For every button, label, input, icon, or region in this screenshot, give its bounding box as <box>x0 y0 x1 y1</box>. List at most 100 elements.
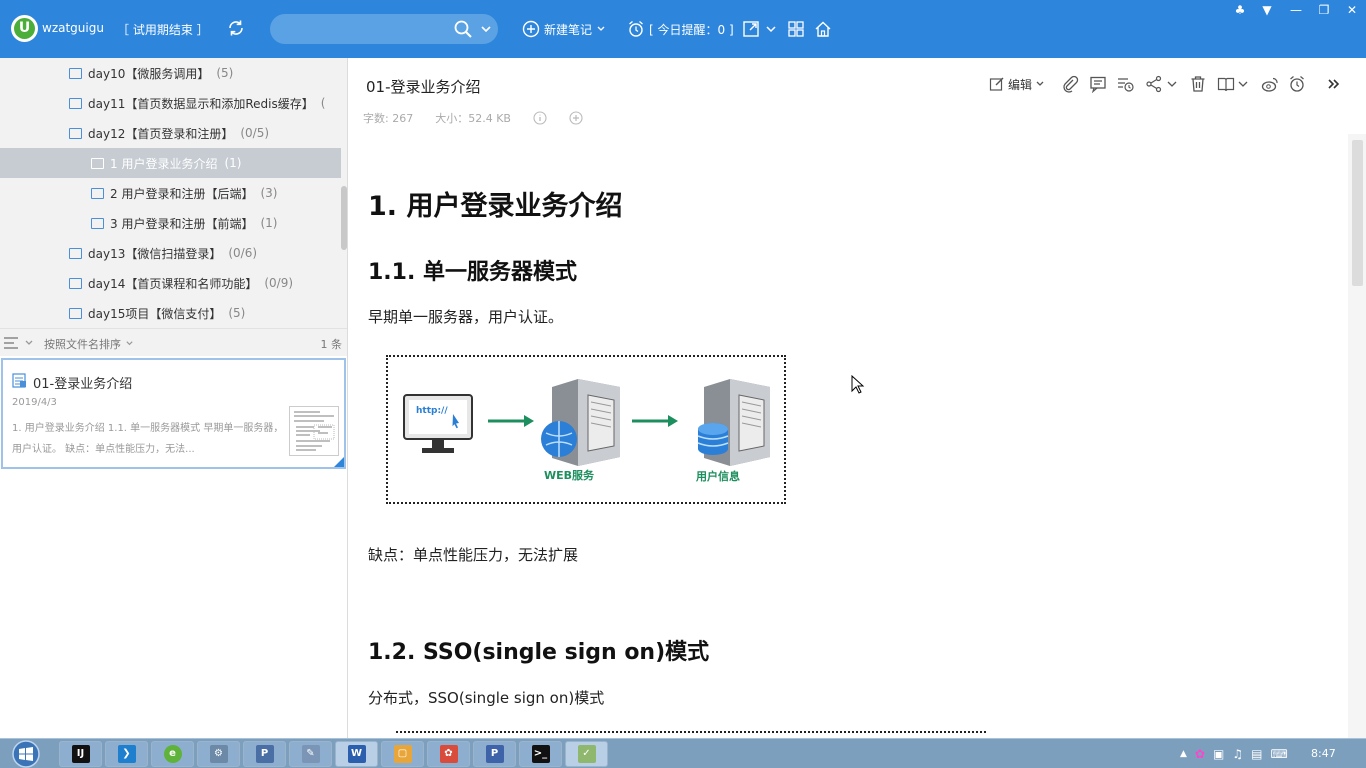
tree-item[interactable]: day10【微服务调用】 (5) <box>0 58 341 88</box>
clock[interactable]: 8:47 <box>1311 747 1336 760</box>
taskbar-folder[interactable]: ▢ <box>381 741 424 767</box>
taskbar-app-p2[interactable]: P <box>473 741 516 767</box>
share-icon[interactable] <box>1145 75 1163 93</box>
note-count: 1 条 <box>320 338 343 351</box>
plus-circle-icon <box>522 20 540 38</box>
alarm-clock-icon <box>629 21 643 37</box>
windows-start-icon[interactable] <box>8 740 44 768</box>
tree-item-label: day11【首页数据显示和添加Redis缓存】 <box>88 96 314 111</box>
mouse-cursor-icon <box>851 375 865 394</box>
tray-app-icon[interactable]: ✿ <box>1195 747 1205 761</box>
tree-item-label: day15项目【微信支付】 <box>88 306 222 321</box>
tree-item-selected[interactable]: 1 用户登录业务介绍 (1) <box>0 148 341 178</box>
minimize-icon[interactable]: — <box>1287 2 1305 18</box>
delete-icon[interactable] <box>1189 75 1207 93</box>
sync-icon[interactable] <box>226 18 246 38</box>
folder-icon: ▢ <box>393 745 412 763</box>
sort-label: 按照文件名排序 <box>44 338 121 351</box>
taskbar-vscode[interactable]: ❯ <box>105 741 148 767</box>
taskbar-app-red[interactable]: ✿ <box>427 741 470 767</box>
tree-item-label: day14【首页课程和名师功能】 <box>88 276 258 291</box>
keyboard-icon[interactable]: ⌨ <box>1270 747 1287 761</box>
search-icon[interactable] <box>453 19 473 39</box>
tree-item-count: (1) <box>224 156 242 170</box>
tree-item[interactable]: day15项目【微信支付】 (5) <box>0 298 341 328</box>
chevron-down-icon[interactable] <box>1166 75 1178 93</box>
taskbar-tool[interactable]: ⚙ <box>197 741 240 767</box>
edit-label: 编辑 <box>1008 77 1033 92</box>
chevron-down-icon[interactable] <box>479 22 493 36</box>
history-icon[interactable] <box>1116 75 1134 93</box>
username[interactable]: wzatguigu <box>42 21 104 35</box>
note-list-item[interactable]: 01-登录业务介绍 2019/4/3 1. 用户登录业务介绍 1.1. 单一服务… <box>1 358 346 469</box>
taskbar-word[interactable]: W <box>335 741 378 767</box>
chevron-down-icon[interactable] <box>24 338 34 348</box>
app-logo[interactable]: U <box>11 15 38 42</box>
new-note-button[interactable]: 新建笔记 <box>522 19 606 39</box>
comment-icon[interactable] <box>1089 75 1107 93</box>
edit-button[interactable]: 编辑 <box>989 75 1045 93</box>
double-chevron-right-icon[interactable] <box>1325 75 1343 93</box>
expand-window-icon[interactable] <box>741 19 761 39</box>
restore-icon[interactable]: ❐ <box>1315 2 1333 18</box>
chevron-down-icon[interactable] <box>1237 75 1249 93</box>
folder-icon <box>69 307 82 319</box>
note-title[interactable]: 01-登录业务介绍 <box>366 76 481 97</box>
taskbar-app[interactable]: ✎ <box>289 741 332 767</box>
tree-item[interactable]: day13【微信扫描登录】 (0/6) <box>0 238 341 268</box>
tree-item-label: 3 用户登录和注册【前端】 <box>110 216 254 231</box>
close-icon[interactable]: ✕ <box>1343 2 1361 18</box>
tree-item-count: (5) <box>216 66 234 80</box>
note-size: 大小：52.4 KB <box>435 112 511 125</box>
editor-scrollbar-thumb[interactable] <box>1352 140 1363 286</box>
reading-mode-icon[interactable] <box>1217 75 1235 93</box>
sso-diagram-border <box>396 731 986 738</box>
menu-icon[interactable]: ▼ <box>1258 2 1276 18</box>
home-icon[interactable] <box>813 19 833 39</box>
sort-dropdown[interactable]: 按照文件名排序 <box>44 336 134 352</box>
edit-icon <box>989 77 1004 91</box>
gear-icon: ⚙ <box>209 745 228 763</box>
taskbar-app-p1[interactable]: P <box>243 741 286 767</box>
tree-item[interactable]: 3 用户登录和注册【前端】 (1) <box>0 208 341 238</box>
note-app-icon: ✓ <box>577 745 596 763</box>
tree-item-count: (3) <box>260 186 278 200</box>
list-view-icon[interactable] <box>4 337 18 349</box>
cmd-icon: >_ <box>531 745 550 763</box>
tree-item[interactable]: day12【首页登录和注册】 (0/5) <box>0 118 341 148</box>
info-icon[interactable] <box>533 111 547 125</box>
heading-1-2: 1.2. SSO(single sign on)模式 <box>368 640 710 665</box>
bird-icon: ✿ <box>439 745 458 763</box>
tree-item[interactable]: 2 用户登录和注册【后端】 (3) <box>0 178 341 208</box>
tray-device-icon[interactable]: ▣ <box>1213 747 1224 761</box>
volume-icon[interactable]: ♫ <box>1232 747 1243 761</box>
note-list: 01-登录业务介绍 2019/4/3 1. 用户登录业务介绍 1.1. 单一服务… <box>0 356 347 736</box>
alarm-clock-icon[interactable] <box>1288 75 1306 93</box>
skin-icon[interactable]: ♣ <box>1231 2 1249 18</box>
grid-apps-icon[interactable] <box>786 19 806 39</box>
trial-status[interactable]: ［ 试用期结束 ］ <box>117 21 209 38</box>
taskbar-note-app[interactable]: ✓ <box>565 741 608 767</box>
tree-item-count: (0/5) <box>240 126 270 140</box>
folder-icon <box>91 187 104 199</box>
taskbar-browser[interactable]: e <box>151 741 194 767</box>
taskbar: IJ ❯ e ⚙ P ✎ W ▢ ✿ P >_ ✓ ▲ ✿ ▣ ♫ ▤ ⌨ 8:… <box>0 738 1366 768</box>
reminder-button[interactable]: [ 今日提醒：0 ] <box>627 19 734 39</box>
tree-item[interactable]: day14【首页课程和名师功能】 (0/9) <box>0 268 341 298</box>
new-note-label: 新建笔记 <box>544 22 593 37</box>
tree-item-count: (1) <box>260 216 278 230</box>
tree-item[interactable]: day11【首页数据显示和添加Redis缓存】 ( <box>0 88 341 118</box>
network-icon[interactable]: ▤ <box>1251 747 1262 761</box>
chevron-down-icon[interactable] <box>764 19 778 39</box>
add-tag-icon[interactable] <box>569 111 583 125</box>
folder-icon <box>69 247 82 259</box>
chevron-down-icon <box>125 341 133 346</box>
weibo-icon[interactable] <box>1261 75 1279 93</box>
taskbar-cmd[interactable]: >_ <box>519 741 562 767</box>
http-label: http:// <box>416 406 448 416</box>
folder-icon <box>69 277 82 289</box>
note-editor[interactable]: 1. 用户登录业务介绍 1.1. 单一服务器模式 早期单一服务器，用户认证。 h… <box>348 134 1348 738</box>
attachment-icon[interactable] <box>1061 75 1079 93</box>
tray-expand-icon[interactable]: ▲ <box>1180 749 1187 759</box>
taskbar-intellij[interactable]: IJ <box>59 741 102 767</box>
